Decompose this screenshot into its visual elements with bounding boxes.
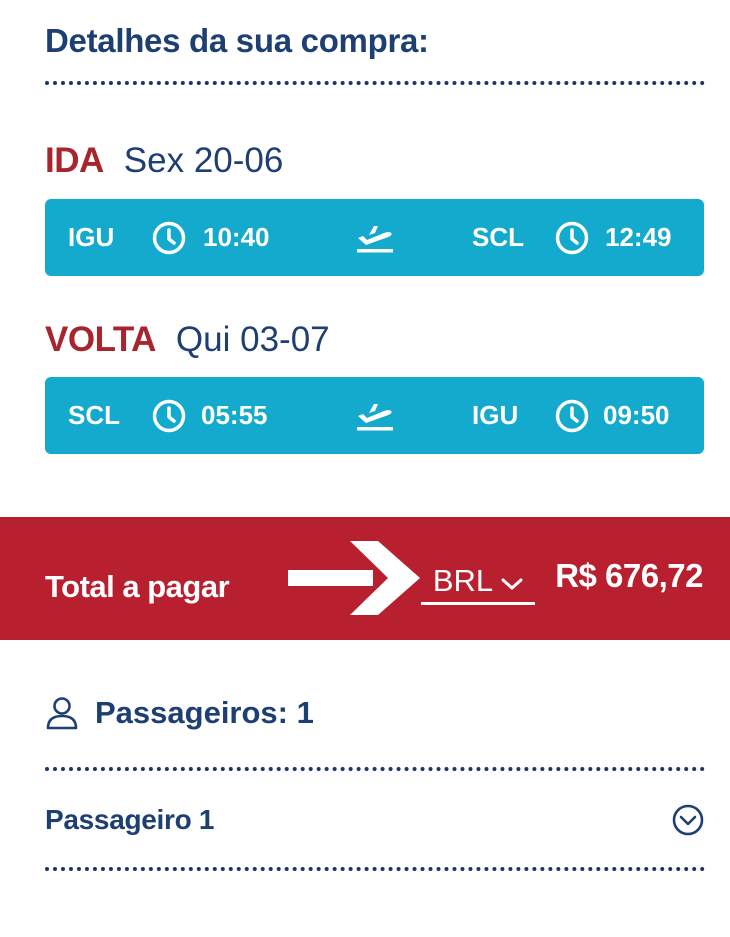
passengers-header: Passageiros: 1 [45,695,314,731]
return-origin: SCL [68,400,120,430]
total-label: Total a pagar [45,569,230,604]
total-bar: Total a pagar BRL R$ 676,72 [0,517,730,640]
outbound-destination: SCL [472,222,524,252]
divider [45,767,705,771]
return-arrive-time: 09:50 [603,400,670,430]
return-depart-time: 05:55 [201,400,268,430]
return-flight-bar[interactable]: SCL 05:55 IGU 09:50 [45,377,704,454]
chevron-down-circle-icon[interactable] [671,803,705,837]
outbound-arrive-time: 12:49 [605,222,672,252]
return-tag: VOLTA [45,320,156,359]
clock-icon [555,377,589,454]
currency-value: BRL [432,563,494,598]
clock-icon [152,199,186,276]
passengers-count: Passageiros: 1 [95,695,314,730]
chevron-down-icon [501,578,523,590]
divider [45,81,705,85]
arrow-right-icon [288,541,420,615]
plane-takeoff-icon [354,377,396,454]
outbound-tag: IDA [45,141,104,180]
divider [45,867,705,871]
outbound-origin: IGU [68,222,115,252]
return-header: VOLTA Qui 03-07 [45,320,330,360]
plane-takeoff-icon [354,199,396,276]
outbound-header: IDA Sex 20-06 [45,141,283,181]
outbound-depart-time: 10:40 [203,222,270,252]
passenger-1-row[interactable]: Passageiro 1 [45,800,705,840]
total-amount: R$ 676,72 [555,557,703,594]
outbound-date: Sex 20-06 [123,141,284,180]
clock-icon [555,199,589,276]
currency-select[interactable]: BRL [421,560,535,605]
clock-icon [152,377,186,454]
return-date: Qui 03-07 [175,320,330,359]
return-destination: IGU [472,400,519,430]
passenger-1-label: Passageiro 1 [45,804,215,835]
purchase-details-title: Detalhes da sua compra: [45,22,429,59]
user-icon [46,697,78,730]
outbound-flight-bar[interactable]: IGU 10:40 SCL 12:49 [45,199,704,276]
